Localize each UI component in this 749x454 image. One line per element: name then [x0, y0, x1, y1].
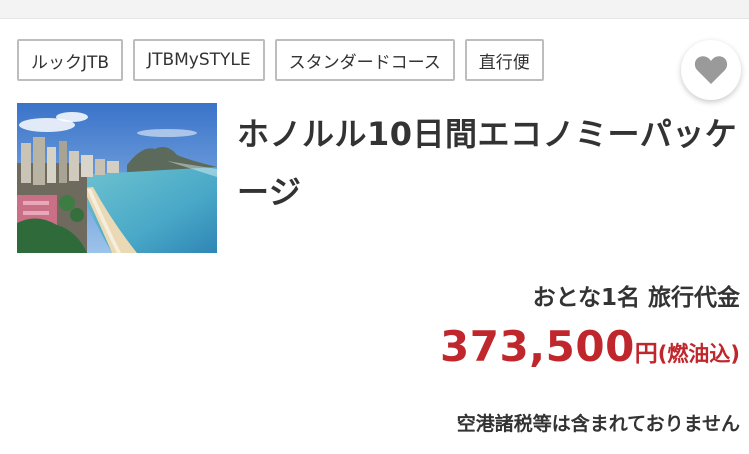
tag-direct-flight[interactable]: 直行便 — [464, 39, 544, 81]
favorite-button[interactable] — [681, 40, 741, 100]
tag-look-jtb[interactable]: ルックJTB — [17, 39, 124, 81]
tag-jtb-mystyle[interactable]: JTBMySTYLE — [133, 39, 265, 81]
tax-note: 空港諸税等は含まれておりません — [456, 413, 740, 435]
fuel-surcharge-note: (燃油込) — [657, 342, 740, 366]
price-amount: 373,500 — [440, 322, 635, 371]
price-unit: 円 — [634, 341, 658, 367]
tag-list: ルックJTB JTBMySTYLE スタンダードコース 直行便 — [17, 39, 544, 81]
tour-title[interactable]: ホノルル10日間エコノミーパッケージ — [237, 105, 742, 221]
tag-standard-course[interactable]: スタンダードコース — [274, 39, 455, 81]
price-label: おとな1名 旅行代金 — [532, 285, 740, 311]
price-row: 373,500円(燃油込) — [440, 322, 740, 371]
top-divider-band — [0, 0, 749, 19]
heart-icon — [694, 56, 728, 84]
tour-photo[interactable] — [17, 103, 217, 253]
beach-photo-image — [17, 103, 217, 253]
